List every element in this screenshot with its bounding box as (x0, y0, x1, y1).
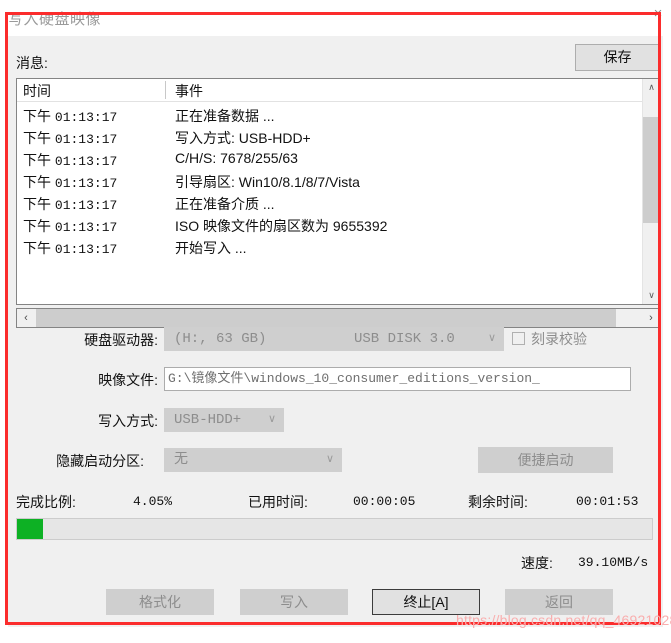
log-row-time: 下午 01:13:17 (23, 152, 118, 169)
verify-checkbox-label: 刻录校验 (531, 331, 587, 347)
log-row-event: 写入方式: USB-HDD+ (175, 130, 311, 146)
speed-value: 39.10MB/s (578, 555, 649, 570)
hidden-partition-value: 无 (174, 452, 188, 468)
log-horizontal-scrollbar[interactable]: ‹ › (16, 308, 661, 328)
messages-label: 消息: (16, 55, 48, 71)
log-rows-container: 下午 01:13:17 正在准备数据 ... 下午 01:13:17 写入方式: US… (17, 102, 660, 258)
hidden-partition-label: 隐藏启动分区: (56, 453, 144, 469)
percent-value: 4.05% (133, 494, 173, 509)
chevron-down-icon: ∨ (267, 414, 276, 426)
write-mode-value: USB-HDD+ (174, 412, 242, 428)
horizontal-scroll-thumb[interactable] (36, 309, 616, 327)
window-title: 写入硬盘映像 (8, 11, 102, 28)
drive-capacity-field: (H:, 63 GB) (164, 327, 344, 351)
scroll-down-icon[interactable]: ∨ (643, 287, 660, 304)
scroll-right-icon[interactable]: › (642, 309, 660, 327)
log-row-event: 开始写入 ... (175, 240, 247, 256)
drive-select-value: USB DISK 3.0 (354, 331, 455, 347)
log-row-time: 下午 01:13:17 (23, 240, 118, 257)
chevron-down-icon: ∨ (487, 333, 496, 345)
log-row[interactable]: 下午 01:13:17 引导扇区: Win10/8.1/8/7/Vista (17, 170, 660, 192)
log-row-event: 引导扇区: Win10/8.1/8/7/Vista (175, 174, 360, 190)
log-row-event: 正在准备介质 ... (175, 196, 275, 212)
window-titlebar: 写入硬盘映像 × (0, 0, 671, 36)
message-log-list[interactable]: 时间 事件 下午 01:13:17 正在准备数据 ... 下午 01:13:17 写入… (16, 78, 661, 305)
elapsed-label: 已用时间: (248, 494, 308, 510)
hidden-partition-select[interactable]: 无 ∨ (164, 448, 342, 472)
checkbox-box-icon[interactable] (512, 332, 525, 345)
log-row[interactable]: 下午 01:13:17 ISO 映像文件的扇区数为 9655392 (17, 214, 660, 236)
elapsed-value: 00:00:05 (353, 494, 416, 509)
save-button[interactable]: 保存 (575, 44, 660, 71)
drive-select[interactable]: USB DISK 3.0 ∨ (344, 327, 504, 351)
log-row[interactable]: 下午 01:13:17 C/H/S: 7678/255/63 (17, 148, 660, 170)
column-divider (165, 81, 166, 99)
progress-bar-fill (17, 519, 43, 539)
log-row-time: 下午 01:13:17 (23, 196, 118, 213)
drive-capacity-value: (H:, 63 GB) (174, 331, 267, 347)
close-icon[interactable]: × (647, 3, 669, 25)
column-header-event[interactable]: 事件 (175, 81, 203, 101)
scroll-left-icon[interactable]: ‹ (17, 309, 35, 327)
log-row[interactable]: 下午 01:13:17 开始写入 ... (17, 236, 660, 258)
speed-label: 速度: (521, 555, 553, 571)
log-row-time: 下午 01:13:17 (23, 108, 118, 125)
watermark-text: https://blog.csdn.net/qq_46921028 (456, 612, 671, 628)
log-row-time: 下午 01:13:17 (23, 218, 118, 235)
chevron-down-icon: ∨ (325, 454, 334, 466)
progress-bar (16, 518, 653, 540)
log-row[interactable]: 下午 01:13:17 写入方式: USB-HDD+ (17, 126, 660, 148)
log-vertical-scrollbar[interactable]: ∧ ∨ (642, 79, 660, 304)
log-row-event: C/H/S: 7678/255/63 (175, 150, 298, 166)
log-row[interactable]: 下午 01:13:17 正在准备数据 ... (17, 104, 660, 126)
write-mode-select[interactable]: USB-HDD+ ∨ (164, 408, 284, 432)
log-row-time: 下午 01:13:17 (23, 130, 118, 147)
log-row-event: 正在准备数据 ... (175, 108, 275, 124)
window-root: 写入硬盘映像 × 消息: 保存 时间 事件 下午 01:13:17 正在准备数据 … (0, 0, 671, 643)
drive-label: 硬盘驱动器: (84, 332, 158, 348)
quick-boot-button[interactable]: 便捷启动 (478, 447, 613, 473)
image-file-label: 映像文件: (98, 372, 158, 388)
column-header-time[interactable]: 时间 (23, 81, 51, 101)
format-button[interactable]: 格式化 (106, 589, 214, 615)
vertical-scroll-thumb[interactable] (643, 117, 660, 223)
log-row-event: ISO 映像文件的扇区数为 9655392 (175, 218, 388, 234)
image-file-input[interactable]: G:\镜像文件\windows_10_consumer_editions_ver… (164, 367, 631, 391)
write-mode-label: 写入方式: (98, 413, 158, 429)
scroll-up-icon[interactable]: ∧ (643, 79, 660, 96)
remaining-label: 剩余时间: (468, 494, 528, 510)
remaining-value: 00:01:53 (576, 494, 639, 509)
write-button[interactable]: 写入 (240, 589, 348, 615)
log-row[interactable]: 下午 01:13:17 正在准备介质 ... (17, 192, 660, 214)
percent-label: 完成比例: (16, 494, 76, 510)
write-disk-image-dialog: 消息: 保存 时间 事件 下午 01:13:17 正在准备数据 ... 下午 01:… (8, 36, 663, 627)
log-row-time: 下午 01:13:17 (23, 174, 118, 191)
log-header-row: 时间 事件 (17, 79, 660, 102)
